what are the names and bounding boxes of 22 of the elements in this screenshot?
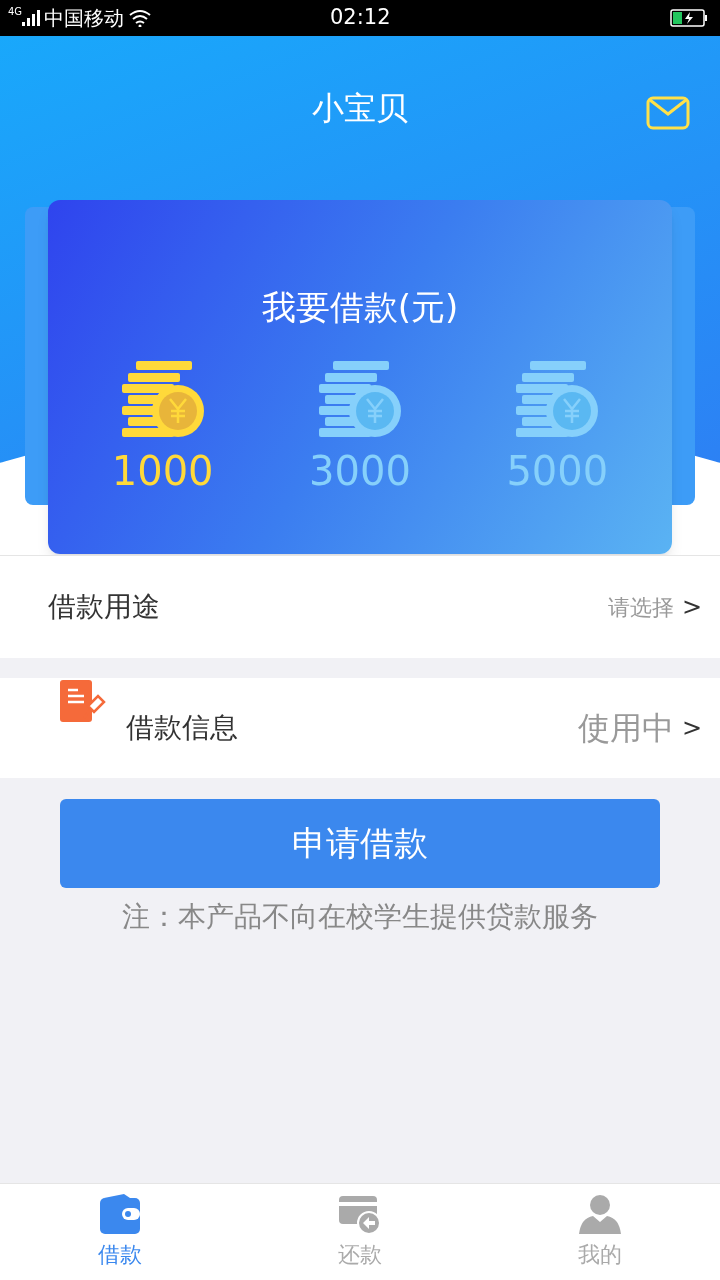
mail-icon[interactable] [646, 96, 690, 130]
user-icon [579, 1193, 621, 1234]
clock: 02:12 [330, 4, 391, 32]
amount-option[interactable]: 1000 [111, 361, 214, 501]
nav-tab[interactable]: 还款 [240, 1184, 480, 1280]
disclaimer-note: 注：本产品不向在校学生提供贷款服务 [121, 899, 599, 935]
carrier-name: 中国移动 [44, 5, 125, 32]
amount-option[interactable]: 3000 [309, 361, 411, 501]
nav-tab[interactable]: 借款 [0, 1184, 240, 1280]
apply-button[interactable]: 申请借款 [60, 799, 660, 888]
signal-icon [22, 10, 41, 26]
card-return-icon [339, 1193, 381, 1234]
form-row[interactable]: 借款用途 请选择 > [0, 555, 720, 658]
wifi-icon [128, 9, 153, 27]
network-type: 4G [8, 5, 23, 19]
document-icon [60, 678, 106, 724]
card-title: 我要借款(元) [261, 286, 459, 329]
wallet-icon [100, 1193, 140, 1234]
nav-tab[interactable]: 我的 [480, 1184, 720, 1280]
page-title: 小宝贝 [312, 88, 408, 129]
form-row[interactable]: 借款信息 使用中 > [0, 678, 720, 778]
battery-icon [670, 9, 708, 27]
